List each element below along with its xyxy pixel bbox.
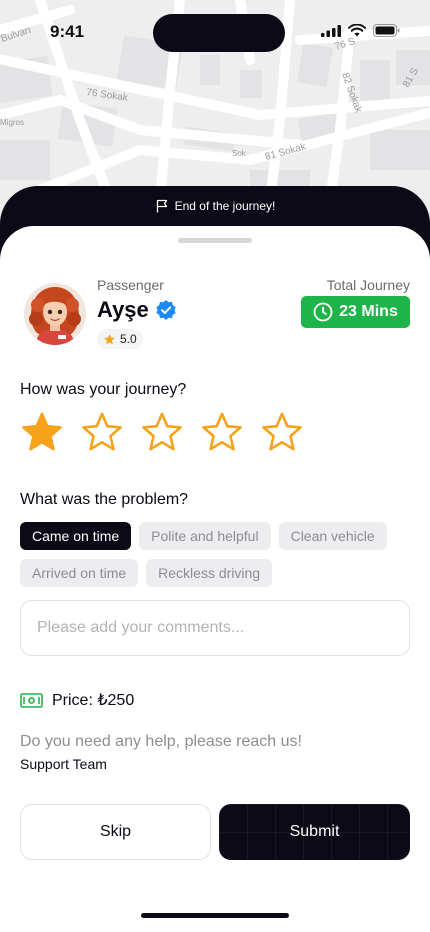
banner-text: End of the journey! xyxy=(174,199,276,213)
star-5-icon[interactable] xyxy=(260,411,304,455)
rating-value: 5.0 xyxy=(120,332,137,346)
status-time: 9:41 xyxy=(50,22,85,41)
journey-duration-badge: 23 Mins xyxy=(301,296,410,328)
feedback-sheet: Passenger Ayşe 5.0 Total Journey 23 Mins… xyxy=(0,226,430,932)
chip-clean-vehicle[interactable]: Clean vehicle xyxy=(278,522,387,550)
sheet-grabber[interactable] xyxy=(178,238,252,243)
comment-input[interactable] xyxy=(20,600,410,656)
price-text: Price: ₺250 xyxy=(52,692,135,709)
journey-duration: 23 Mins xyxy=(339,303,398,320)
support-team-link[interactable]: Support Team xyxy=(20,756,107,772)
home-indicator xyxy=(141,913,289,918)
cash-icon xyxy=(20,692,43,708)
dynamic-island xyxy=(153,14,285,52)
map-label-migros: Migros xyxy=(0,118,24,127)
help-text: Do you need any help, please reach us! xyxy=(20,733,302,750)
chip-came-on-time[interactable]: Came on time xyxy=(20,522,132,550)
rating-question: How was your journey? xyxy=(20,381,187,398)
star-2-icon[interactable] xyxy=(80,411,124,455)
status-bar: 9:41 xyxy=(0,0,430,64)
status-icons xyxy=(321,24,400,37)
skip-button[interactable]: Skip xyxy=(20,804,211,860)
cellular-signal-icon xyxy=(321,24,341,37)
chip-arrived-on-time[interactable]: Arrived on time xyxy=(20,559,139,587)
passenger-label: Passenger xyxy=(97,277,164,293)
total-journey-label: Total Journey xyxy=(326,277,410,293)
verified-badge-icon xyxy=(156,300,176,320)
star-4-icon[interactable] xyxy=(200,411,244,455)
map-label-sok: Sok xyxy=(232,149,247,158)
passenger-avatar xyxy=(24,283,86,345)
problem-question: What was the problem? xyxy=(20,491,189,508)
journey-banner-content: End of the journey! xyxy=(0,199,430,213)
submit-button[interactable]: Submit xyxy=(219,804,410,860)
price-row: Price: ₺250 xyxy=(20,690,134,710)
passenger-name-row: Ayşe xyxy=(97,297,177,323)
passenger-name: Ayşe xyxy=(97,297,149,322)
star-1-filled-icon[interactable] xyxy=(20,411,64,455)
star-3-icon[interactable] xyxy=(140,411,184,455)
passenger-rating: 5.0 xyxy=(97,329,143,349)
flag-icon xyxy=(156,199,167,213)
star-rating[interactable] xyxy=(20,411,304,455)
battery-icon xyxy=(373,24,400,37)
problem-chips: Came on time Polite and helpful Clean ve… xyxy=(20,522,412,587)
chip-polite-and-helpful[interactable]: Polite and helpful xyxy=(139,522,271,550)
star-small-icon xyxy=(104,333,115,344)
chip-reckless-driving[interactable]: Reckless driving xyxy=(146,559,273,587)
clock-icon xyxy=(313,302,333,322)
wifi-icon xyxy=(348,24,366,37)
